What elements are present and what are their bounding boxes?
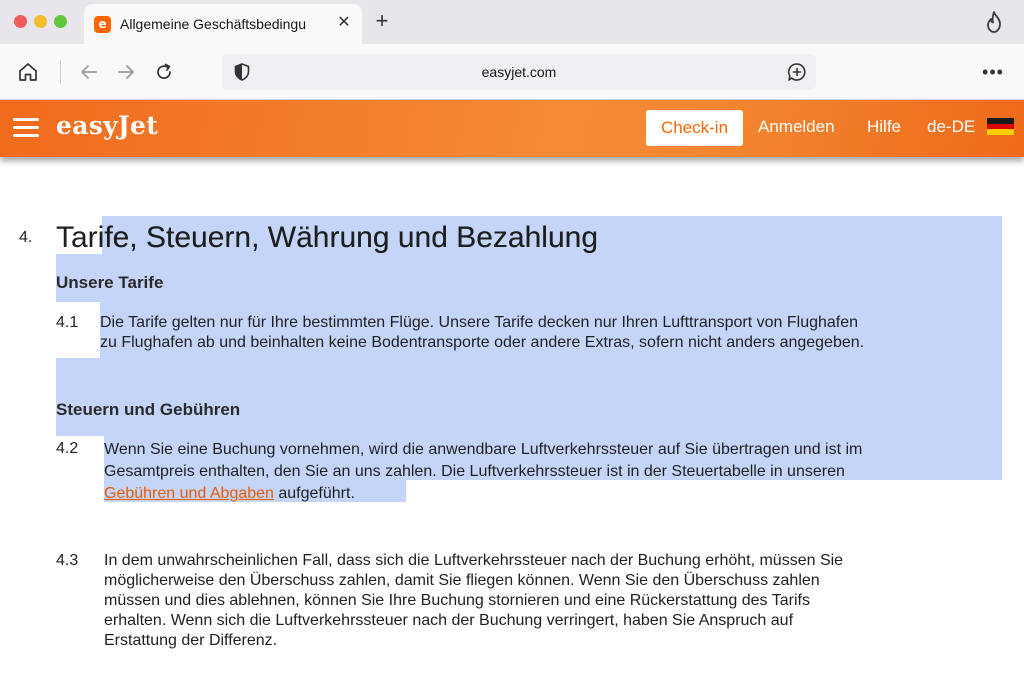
clause-4-2-text: Wenn Sie eine Buchung vornehmen, wird di… (104, 439, 862, 505)
subheading-steuern-und-gebuehren: Steuern und Gebühren (56, 400, 241, 419)
browser-tab-bar: e Allgemeine Geschäftsbedingu ✕ + (0, 0, 1024, 44)
clause-4-3-line: müssen und dies ablehnen, können Sie Ihr… (104, 592, 810, 609)
tracking-protection-shield-icon[interactable] (232, 62, 252, 82)
login-link[interactable]: Anmelden (758, 117, 835, 137)
window-minimize-button[interactable] (34, 15, 47, 28)
window-zoom-button[interactable] (54, 15, 67, 28)
subheading-unsere-tarife: Unsere Tarife (56, 273, 164, 292)
hamburger-menu-icon[interactable] (13, 115, 39, 139)
toolbar-separator (60, 60, 61, 84)
help-link[interactable]: Hilfe (867, 117, 901, 137)
clause-4-1-text: Die Tarife gelten nur für Ihre bestimmte… (100, 313, 864, 353)
german-flag-icon[interactable] (987, 118, 1014, 136)
overflow-menu-button[interactable]: ••• (981, 60, 1005, 84)
clause-4-3-line: möglicherweise den Überschuss zahlen, da… (104, 572, 820, 589)
home-icon[interactable] (17, 61, 39, 83)
back-arrow-icon[interactable] (78, 61, 100, 83)
section-title-overlay: Tarife, Steuern, Währung und Bezahlung (56, 221, 599, 254)
tab-title: Allgemeine Geschäftsbedingu (120, 16, 307, 32)
check-in-button[interactable]: Check-in (646, 110, 743, 146)
easyjet-logo[interactable]: easyJet (56, 111, 158, 140)
clause-4-3-line: Erstattung der Differenz. (104, 632, 278, 649)
forward-arrow-icon[interactable] (115, 61, 137, 83)
clause-4-2-line: Gebühren und Abgaben aufgeführt. (104, 483, 862, 505)
selection-band (56, 266, 1002, 302)
clause-number-4-3: 4.3 (56, 552, 79, 569)
browser-toolbar: easyjet.com ••• (0, 44, 1024, 100)
chat-bubble-plus-icon[interactable] (786, 61, 808, 83)
site-header: easyJet Check-in Anmelden Hilfe de-DE (0, 100, 1024, 157)
fees-and-charges-link[interactable]: Gebühren und Abgaben (104, 485, 274, 502)
clause-4-3-line: erhalten. Wenn sich die Luftverkehrssteu… (104, 612, 794, 629)
url-text[interactable]: easyjet.com (222, 54, 816, 90)
clause-4-2-line: Gesamtpreis enthalten, den Sie an uns za… (104, 463, 845, 480)
language-selector[interactable]: de-DE (927, 117, 975, 137)
clause-4-3-line: In dem unwahrscheinlichen Fall, dass sic… (104, 552, 844, 569)
reload-icon[interactable] (153, 61, 175, 83)
clause-number-4-2: 4.2 (56, 440, 79, 457)
selection-band (56, 358, 1002, 436)
clause-4-2-line: Wenn Sie eine Buchung vornehmen, wird di… (104, 441, 863, 458)
section-number: 4. (19, 229, 33, 246)
easyjet-favicon-icon: e (94, 16, 111, 33)
clause-4-2-tail: aufgeführt. (273, 485, 355, 502)
clause-4-1-line: Die Tarife gelten nur für Ihre bestimmte… (100, 314, 859, 331)
url-bar[interactable]: easyjet.com (222, 54, 816, 90)
window-close-button[interactable] (14, 15, 27, 28)
flame-icon[interactable] (984, 11, 1004, 33)
clause-number-4-1: 4.1 (56, 314, 79, 331)
tab-close-icon[interactable]: ✕ (334, 13, 354, 33)
clause-4-3-text: In dem unwahrscheinlichen Fall, dass sic… (104, 551, 843, 651)
clause-4-1-line: zu Flughafen ab und beinhalten keine Bod… (100, 334, 865, 351)
browser-tab-active[interactable]: e Allgemeine Geschäftsbedingu ✕ (84, 4, 362, 44)
new-tab-button[interactable]: + (370, 10, 394, 34)
